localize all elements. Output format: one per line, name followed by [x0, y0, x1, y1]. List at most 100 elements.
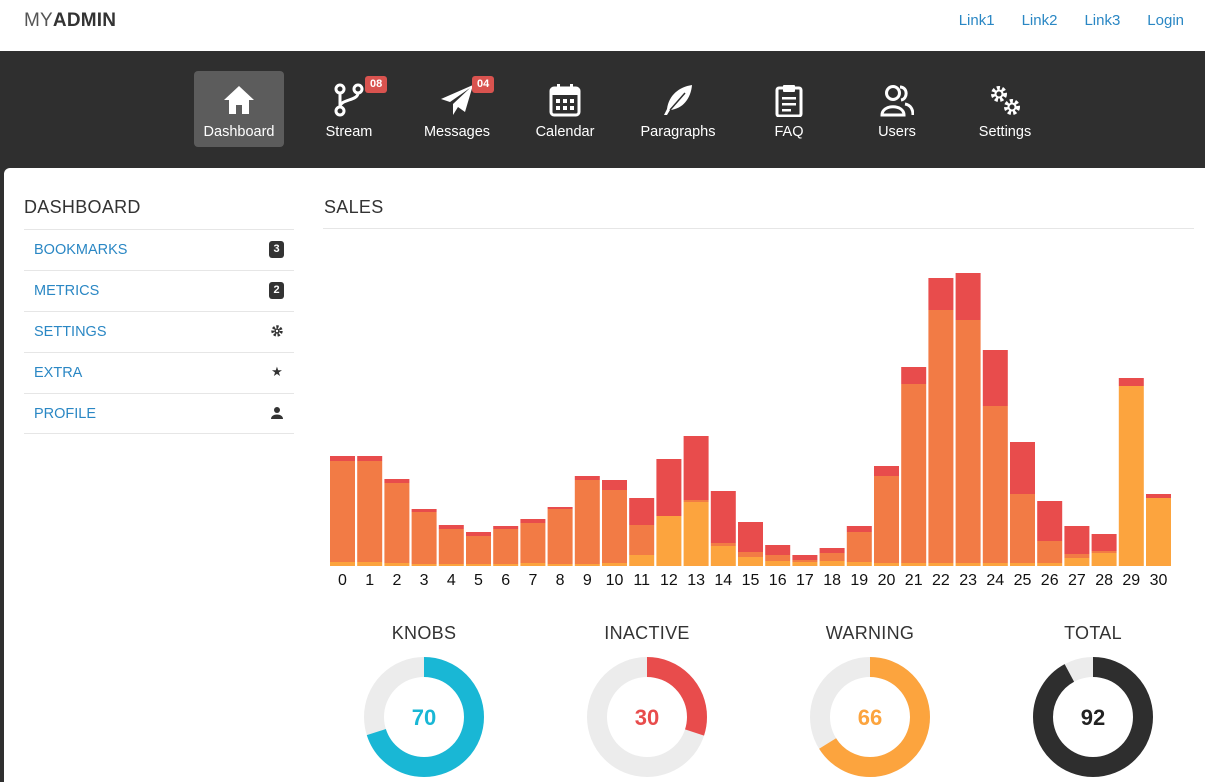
- bar-segment[interactable]: [629, 498, 655, 525]
- bar-segment[interactable]: [1037, 563, 1063, 566]
- bar-segment[interactable]: [955, 563, 981, 566]
- bar-segment[interactable]: [819, 561, 845, 566]
- bar-segment[interactable]: [574, 480, 600, 564]
- bar-segment[interactable]: [710, 491, 736, 543]
- bar-segment[interactable]: [1037, 501, 1063, 541]
- bar-segment[interactable]: [384, 483, 410, 563]
- bar-segment[interactable]: [520, 519, 546, 523]
- bar-segment[interactable]: [574, 476, 600, 480]
- bar-segment[interactable]: [765, 545, 791, 555]
- bar-segment[interactable]: [411, 564, 437, 566]
- total-gauge[interactable]: 92: [1031, 655, 1155, 779]
- bar-segment[interactable]: [466, 536, 491, 564]
- bar-segment[interactable]: [411, 509, 437, 512]
- bar-segment[interactable]: [901, 367, 927, 384]
- bar-segment[interactable]: [683, 436, 709, 500]
- bar-segment[interactable]: [846, 562, 872, 566]
- bar-segment[interactable]: [411, 512, 437, 564]
- bar-segment[interactable]: [547, 509, 573, 564]
- nav-users[interactable]: Users: [852, 71, 942, 147]
- bar-segment[interactable]: [874, 476, 899, 563]
- bar-segment[interactable]: [602, 563, 627, 566]
- bar-segment[interactable]: [629, 525, 655, 555]
- link2[interactable]: Link2: [1022, 12, 1058, 29]
- bar-segment[interactable]: [792, 555, 818, 560]
- bar-segment[interactable]: [710, 546, 736, 566]
- login-link[interactable]: Login: [1147, 12, 1184, 29]
- bar-segment[interactable]: [1037, 541, 1063, 563]
- bar-segment[interactable]: [819, 548, 845, 553]
- bar-segment[interactable]: [819, 553, 845, 561]
- bar-segment[interactable]: [656, 516, 682, 566]
- bar-segment[interactable]: [928, 563, 954, 566]
- bar-segment[interactable]: [330, 456, 355, 461]
- sidebar-item-settings[interactable]: SETTINGS: [24, 311, 294, 352]
- bar-segment[interactable]: [846, 532, 872, 562]
- bar-segment[interactable]: [384, 563, 410, 566]
- bar-segment[interactable]: [874, 563, 899, 566]
- bar-segment[interactable]: [466, 532, 491, 536]
- brand-logo[interactable]: MYADMIN: [24, 10, 116, 32]
- bar-segment[interactable]: [982, 563, 1008, 566]
- bar-segment[interactable]: [738, 522, 763, 552]
- link1[interactable]: Link1: [959, 12, 995, 29]
- bar-segment[interactable]: [493, 526, 519, 529]
- bar-segment[interactable]: [982, 406, 1008, 563]
- bar-segment[interactable]: [1064, 526, 1090, 554]
- bar-segment[interactable]: [982, 350, 1008, 406]
- bar-segment[interactable]: [357, 456, 383, 461]
- bar-segment[interactable]: [656, 459, 682, 516]
- nav-messages[interactable]: 04 Messages: [412, 71, 502, 147]
- bar-segment[interactable]: [955, 320, 981, 563]
- bar-segment[interactable]: [792, 560, 818, 562]
- bar-segment[interactable]: [1064, 554, 1090, 558]
- bar-segment[interactable]: [928, 310, 954, 563]
- bar-segment[interactable]: [765, 561, 791, 566]
- bar-segment[interactable]: [683, 502, 709, 566]
- link3[interactable]: Link3: [1084, 12, 1120, 29]
- bar-segment[interactable]: [357, 562, 383, 566]
- nav-settings[interactable]: Settings: [960, 71, 1050, 147]
- bar-segment[interactable]: [493, 529, 519, 564]
- bar-segment[interactable]: [1010, 563, 1035, 566]
- bar-segment[interactable]: [738, 552, 763, 557]
- nav-dashboard[interactable]: Dashboard: [194, 71, 284, 147]
- bar-segment[interactable]: [1091, 553, 1117, 566]
- bar-segment[interactable]: [1010, 494, 1035, 563]
- sidebar-item-bookmarks[interactable]: BOOKMARKS 3: [24, 229, 294, 270]
- bar-segment[interactable]: [1146, 494, 1171, 498]
- bar-segment[interactable]: [765, 555, 791, 561]
- bar-segment[interactable]: [738, 557, 763, 566]
- bar-segment[interactable]: [1010, 442, 1035, 494]
- bar-segment[interactable]: [901, 384, 927, 563]
- bar-segment[interactable]: [710, 543, 736, 546]
- bar-segment[interactable]: [547, 564, 573, 566]
- nav-faq[interactable]: FAQ: [744, 71, 834, 147]
- bar-segment[interactable]: [846, 526, 872, 532]
- warning-gauge[interactable]: 66: [808, 655, 932, 779]
- bar-segment[interactable]: [1118, 386, 1144, 566]
- knobs-gauge[interactable]: 70: [362, 655, 486, 779]
- bar-segment[interactable]: [901, 563, 927, 566]
- bar-segment[interactable]: [520, 523, 546, 563]
- bar-segment[interactable]: [357, 461, 383, 562]
- bar-segment[interactable]: [384, 479, 410, 483]
- bar-segment[interactable]: [547, 507, 573, 509]
- bar-segment[interactable]: [438, 525, 464, 529]
- bar-segment[interactable]: [792, 562, 818, 566]
- bar-segment[interactable]: [574, 564, 600, 566]
- inactive-gauge[interactable]: 30: [585, 655, 709, 779]
- bar-segment[interactable]: [1146, 498, 1171, 566]
- bar-segment[interactable]: [493, 564, 519, 566]
- bar-segment[interactable]: [1091, 551, 1117, 553]
- sidebar-item-profile[interactable]: PROFILE: [24, 393, 294, 434]
- bar-segment[interactable]: [1064, 558, 1090, 566]
- nav-paragraphs[interactable]: Paragraphs: [626, 71, 730, 147]
- nav-stream[interactable]: 08 Stream: [304, 71, 394, 147]
- bar-segment[interactable]: [438, 564, 464, 566]
- sidebar-item-metrics[interactable]: METRICS 2: [24, 270, 294, 311]
- bar-segment[interactable]: [955, 273, 981, 320]
- bar-segment[interactable]: [602, 490, 627, 563]
- nav-calendar[interactable]: Calendar: [520, 71, 610, 147]
- bar-segment[interactable]: [683, 500, 709, 502]
